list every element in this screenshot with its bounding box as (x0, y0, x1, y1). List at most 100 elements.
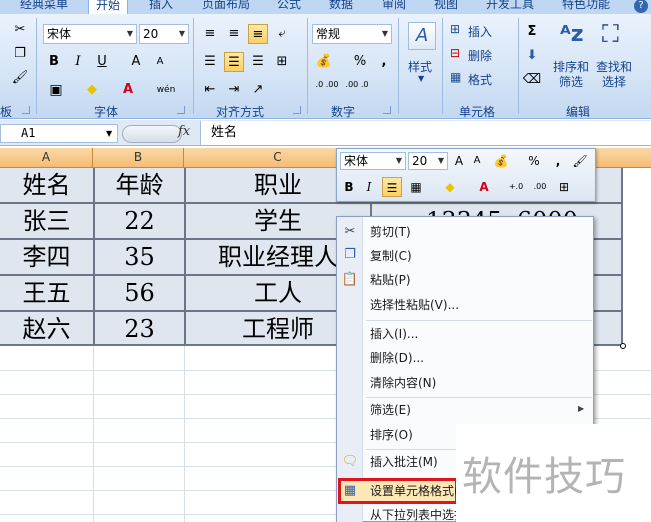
styles-button[interactable]: 样式 (408, 58, 432, 75)
fill-color-icon[interactable]: ◆ (82, 80, 102, 100)
insert-cells-button[interactable]: 插入 (468, 23, 492, 40)
number-dialog-launcher[interactable] (383, 106, 391, 114)
mini-border-icon[interactable]: ▦ (407, 177, 425, 197)
menu-item-filter[interactable]: 筛选(E) (370, 399, 411, 421)
styles-icon[interactable]: A (408, 22, 436, 50)
menu-item-insert[interactable]: 插入(I)... (370, 323, 418, 345)
menu-item-paste-special[interactable]: 选择性粘贴(V)... (370, 294, 459, 316)
font-name-combo[interactable]: 宋体 ▼ (43, 24, 137, 44)
mini-size-combo[interactable]: 20 ▼ (408, 152, 448, 170)
cell-a5[interactable]: 赵六 (0, 312, 95, 346)
tab-review[interactable]: 审阅 (382, 0, 406, 14)
mini-font-color-icon[interactable]: A (475, 177, 493, 197)
percent-button[interactable]: % (350, 52, 370, 72)
increase-indent-icon[interactable]: ⇥ (224, 80, 244, 100)
formula-bar-splitter[interactable] (122, 125, 182, 143)
chevron-down-icon[interactable]: ▼ (106, 124, 112, 143)
mini-comma-button[interactable]: , (553, 151, 563, 171)
mini-align-center-icon[interactable]: ☰ (382, 177, 402, 197)
menu-item-paste[interactable]: 粘贴(P) (370, 269, 411, 291)
delete-cells-button[interactable]: 删除 (468, 47, 492, 64)
increase-decimal-button[interactable]: .0 .00 (314, 80, 340, 100)
mini-italic-button[interactable]: I (361, 177, 377, 197)
font-color-icon[interactable]: A (118, 80, 138, 100)
mini-fill-color-icon[interactable]: ◆ (441, 177, 459, 197)
mini-merge-icon[interactable]: ⊞ (555, 177, 573, 197)
tab-insert[interactable]: 插入 (149, 0, 173, 14)
align-top-icon[interactable]: ≡ (200, 24, 220, 44)
format-painter-icon[interactable]: 🖌 (10, 68, 30, 88)
column-header-b[interactable]: B (93, 148, 184, 167)
menu-item-copy[interactable]: 复制(C) (370, 245, 412, 267)
mini-shrink-font-icon[interactable]: A (469, 151, 485, 171)
autosum-button[interactable]: Σ (522, 22, 542, 42)
border-icon[interactable]: ▣ (46, 80, 66, 100)
align-center-icon[interactable]: ☰ (224, 52, 244, 72)
cell-b1[interactable]: 年龄 (95, 168, 186, 204)
fill-icon[interactable]: ⬇ (522, 46, 542, 66)
align-left-icon[interactable]: ☰ (200, 52, 220, 72)
cell-a2[interactable]: 张三 (0, 204, 95, 240)
tab-home[interactable]: 开始 (88, 0, 129, 14)
cell-b3[interactable]: 35 (95, 240, 186, 276)
tab-developer[interactable]: 开发工具 (486, 0, 534, 14)
align-middle-icon[interactable]: ≡ (224, 24, 244, 44)
mini-bold-button[interactable]: B (341, 177, 357, 197)
mini-currency-icon[interactable]: 💰 (489, 151, 513, 171)
decrease-decimal-button[interactable]: .00 .0 (344, 80, 370, 100)
tab-classic-menu[interactable]: 经典菜单 (20, 0, 68, 14)
font-dialog-launcher[interactable] (177, 106, 185, 114)
sort-filter-button[interactable]: 排序和 筛选 (553, 60, 589, 90)
insert-function-icon[interactable]: fx (178, 124, 190, 139)
menu-item-sort[interactable]: 排序(O) (370, 424, 413, 446)
column-header-a[interactable]: A (0, 148, 93, 167)
tab-view[interactable]: 视图 (434, 0, 458, 14)
clear-icon[interactable]: ⌫ (522, 70, 542, 90)
mini-format-painter-icon[interactable]: 🖌 (571, 151, 589, 171)
decrease-indent-icon[interactable]: ⇤ (200, 80, 220, 100)
mini-increase-decimal-icon[interactable]: +.0 (507, 177, 525, 197)
find-select-button[interactable]: 查找和 选择 (596, 60, 632, 90)
fill-handle[interactable] (620, 343, 626, 349)
tab-special-features[interactable]: 特色功能 (562, 0, 610, 14)
comma-button[interactable]: , (374, 52, 394, 72)
align-bottom-icon[interactable]: ≡ (248, 24, 268, 44)
cell-b5[interactable]: 23 (95, 312, 186, 346)
font-size-combo[interactable]: 20 ▼ (139, 24, 189, 44)
mini-font-combo[interactable]: 宋体 ▼ (340, 152, 406, 170)
alignment-dialog-launcher[interactable] (293, 106, 301, 114)
menu-item-insert-comment[interactable]: 插入批注(M) (370, 451, 438, 473)
currency-icon[interactable]: 💰 (314, 52, 334, 72)
shrink-font-button[interactable]: A (150, 52, 170, 72)
menu-item-delete[interactable]: 删除(D)... (370, 347, 424, 369)
wrap-text-icon[interactable]: ⤶ (272, 24, 292, 44)
italic-button[interactable]: I (68, 52, 88, 72)
cell-b2[interactable]: 22 (95, 204, 186, 240)
tab-formulas[interactable]: 公式 (277, 0, 301, 14)
formula-input[interactable]: 姓名 (200, 121, 651, 145)
menu-item-clear-contents[interactable]: 清除内容(N) (370, 372, 436, 394)
clipboard-dialog-launcher[interactable] (22, 106, 30, 114)
phonetic-guide-button[interactable]: wén (154, 80, 178, 100)
cell-a1[interactable]: 姓名 (0, 168, 95, 204)
align-right-icon[interactable]: ☰ (248, 52, 268, 72)
number-format-combo[interactable]: 常规 ▼ (312, 24, 392, 44)
name-box[interactable]: A1 (0, 124, 118, 143)
tab-data[interactable]: 数据 (329, 0, 353, 14)
mini-decrease-decimal-icon[interactable]: .00 (531, 177, 549, 197)
help-icon[interactable]: ? (634, 0, 648, 13)
copy-icon[interactable]: ❐ (10, 44, 30, 64)
cell-a3[interactable]: 李四 (0, 240, 95, 276)
mini-grow-font-icon[interactable]: A (451, 151, 467, 171)
format-cells-button[interactable]: 格式 (468, 71, 492, 88)
grow-font-button[interactable]: A (126, 52, 146, 72)
mini-percent-button[interactable]: % (527, 151, 541, 171)
cell-b4[interactable]: 56 (95, 276, 186, 312)
cell-a4[interactable]: 王五 (0, 276, 95, 312)
scissors-icon[interactable]: ✂ (10, 20, 30, 40)
underline-button[interactable]: U (92, 52, 112, 72)
orientation-icon[interactable]: ↗ (248, 80, 268, 100)
merge-center-icon[interactable]: ⊞ (272, 52, 292, 72)
bold-button[interactable]: B (44, 52, 64, 72)
menu-item-cut[interactable]: 剪切(T) (370, 221, 411, 243)
